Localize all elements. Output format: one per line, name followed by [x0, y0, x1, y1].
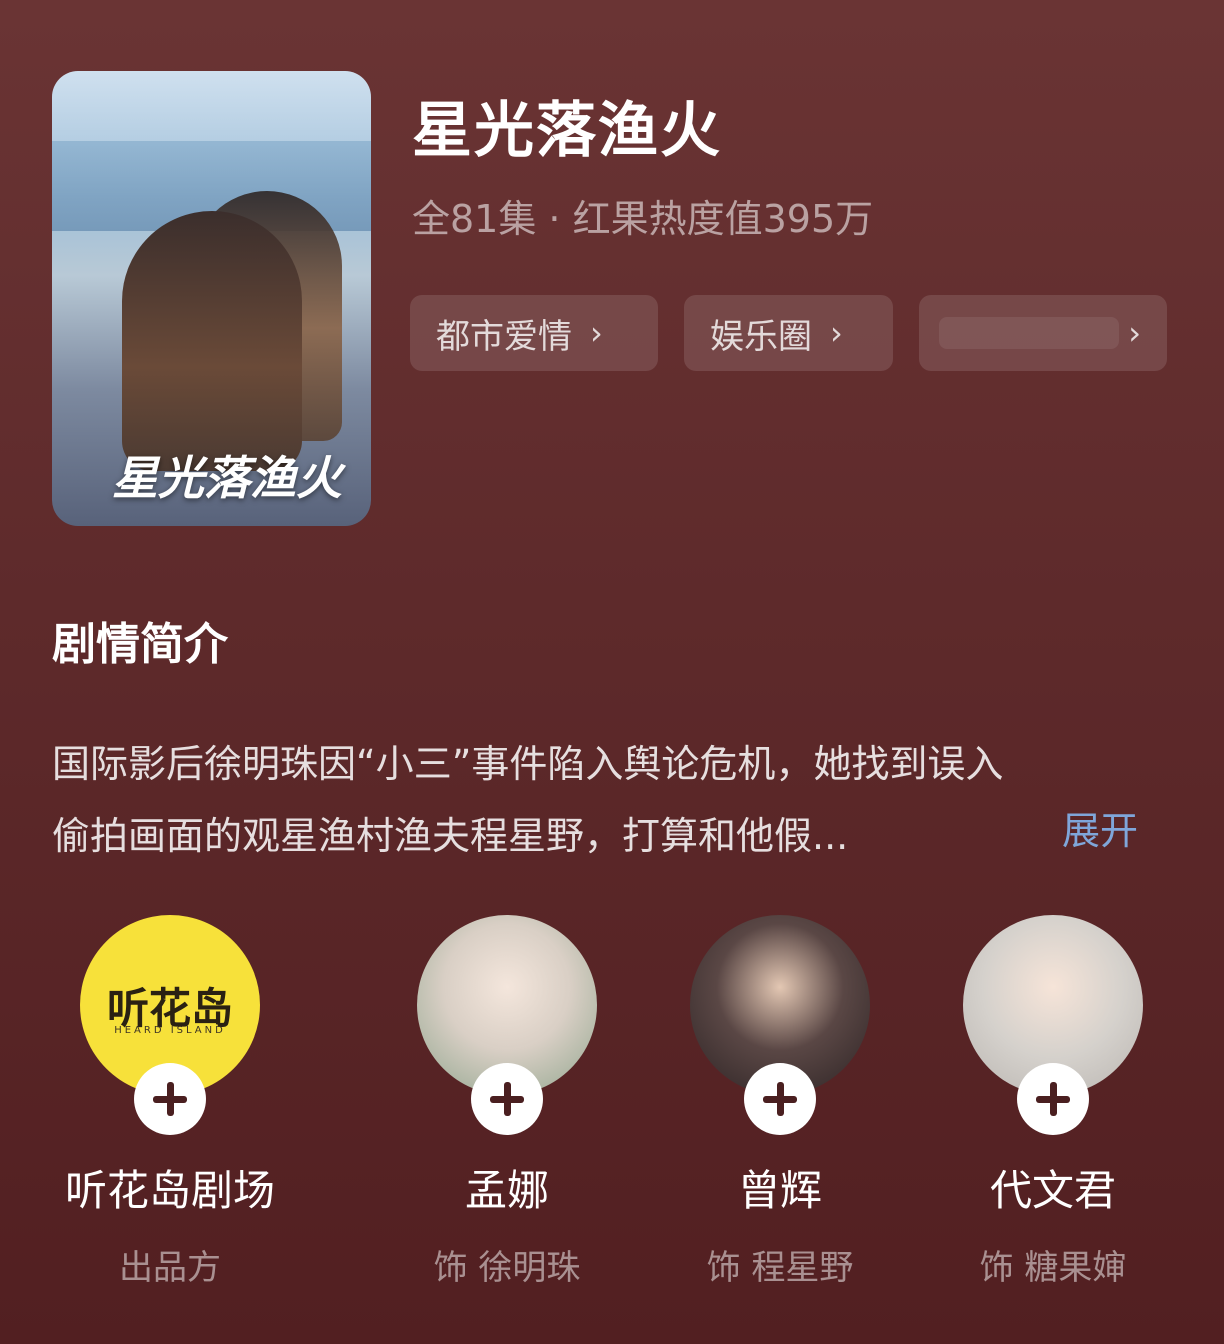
chevron-right-icon: › — [590, 314, 603, 352]
tag-label: 娱乐圈 — [710, 316, 812, 357]
drama-meta: 全81集 · 红果热度值395万 — [412, 197, 874, 241]
poster-title: 星光落渔火 — [112, 451, 342, 505]
follow-plus-icon[interactable] — [134, 1063, 206, 1135]
follow-plus-icon[interactable] — [1017, 1063, 1089, 1135]
chevron-right-icon: › — [1128, 314, 1141, 352]
cast-item-producer[interactable]: 听花岛 HEARD ISLAND 听花岛剧场 出品方 — [40, 915, 300, 1289]
logo-subtext: HEARD ISLAND — [114, 1025, 226, 1036]
poster-figure — [122, 211, 302, 471]
person-name: 代文君 — [989, 1166, 1116, 1215]
synopsis-line: 国际影后徐明珠因“小三”事件陷入舆论危机，她找到误入 — [52, 742, 1004, 786]
person-role: 饰 徐明珠 — [433, 1248, 581, 1288]
person-name: 曾辉 — [737, 1166, 822, 1215]
drama-poster[interactable]: 星光落渔火 — [52, 71, 371, 526]
person-role: 饰 程星野 — [706, 1248, 854, 1288]
synopsis-text: 国际影后徐明珠因“小三”事件陷入舆论危机，她找到误入 偷拍画面的观星渔村渔夫程星… — [52, 728, 1182, 872]
person-name: 孟娜 — [464, 1166, 549, 1215]
cast-item-zenghui[interactable]: 曾辉 饰 程星野 — [650, 915, 910, 1289]
person-name: 听花岛剧场 — [64, 1166, 275, 1215]
synopsis-line: 偷拍画面的观星渔村渔夫程星野，打算和他假... — [52, 814, 849, 858]
tag-entertainment[interactable]: 娱乐圈 › — [684, 295, 893, 371]
chevron-right-icon: › — [830, 314, 843, 352]
tag-blurred-label — [939, 317, 1119, 349]
drama-title: 星光落渔火 — [412, 96, 722, 166]
person-role: 出品方 — [119, 1248, 221, 1288]
tag-urban-romance[interactable]: 都市爱情 › — [410, 295, 658, 371]
follow-plus-icon[interactable] — [744, 1063, 816, 1135]
producer-logo[interactable]: 听花岛 HEARD ISLAND — [80, 915, 260, 1135]
cast-item-daiwenjun[interactable]: 代文君 饰 糖果婶 — [923, 915, 1183, 1289]
tag-third[interactable]: › — [919, 295, 1167, 371]
synopsis-heading: 剧情简介 — [52, 619, 228, 670]
follow-plus-icon[interactable] — [471, 1063, 543, 1135]
avatar[interactable] — [963, 915, 1143, 1135]
tag-label: 都市爱情 — [436, 316, 572, 357]
cast-item-mengna[interactable]: 孟娜 饰 徐明珠 — [377, 915, 637, 1289]
person-role: 饰 糖果婶 — [979, 1248, 1127, 1288]
expand-link[interactable]: 展开 — [1062, 800, 1138, 855]
avatar[interactable] — [417, 915, 597, 1135]
avatar[interactable] — [690, 915, 870, 1135]
